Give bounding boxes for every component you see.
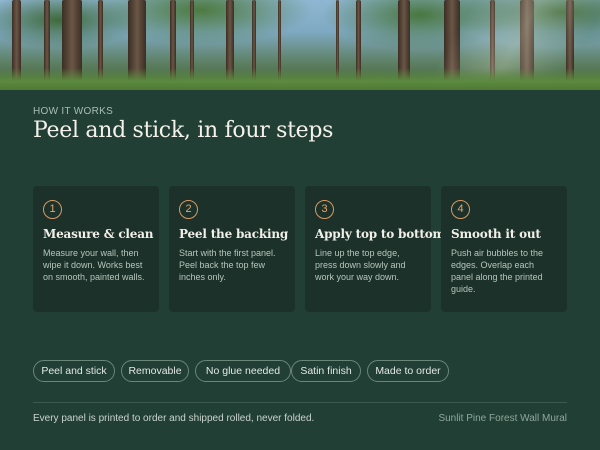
step-number-badge: 2 bbox=[179, 200, 198, 219]
product-name: Sunlit Pine Forest Wall Mural bbox=[438, 413, 567, 424]
step-title: Measure & clean bbox=[43, 227, 154, 241]
feature-tag: Made to order bbox=[367, 360, 449, 382]
step-description: Start with the first panel. Peel back th… bbox=[179, 248, 276, 282]
step-card-3: 3 Apply top to bottom Line up the top ed… bbox=[305, 186, 446, 312]
step-number-badge: 4 bbox=[451, 200, 470, 219]
shipping-note: Every panel is printed to order and ship… bbox=[33, 413, 315, 424]
steps-list: 1 Measure & clean Measure your wall, the… bbox=[33, 186, 567, 312]
footer-divider bbox=[33, 402, 567, 403]
step-number-badge: 3 bbox=[315, 200, 334, 219]
step-description: Line up the top edge, press down slowly … bbox=[315, 248, 406, 282]
step-title: Apply top to bottom bbox=[315, 227, 446, 241]
step-card-2: 2 Peel the backing Start with the first … bbox=[169, 186, 295, 312]
step-title: Smooth it out bbox=[451, 227, 541, 241]
section-title: Peel and stick, in four steps bbox=[33, 118, 334, 143]
feature-tag: Satin finish bbox=[291, 360, 361, 382]
section-eyebrow: HOW IT WORKS bbox=[33, 106, 114, 117]
feature-tag: No glue needed bbox=[195, 360, 291, 382]
feature-tag: Peel and stick bbox=[33, 360, 115, 382]
step-number-badge: 1 bbox=[43, 200, 62, 219]
step-title: Peel the backing bbox=[179, 227, 289, 241]
hero-ground bbox=[0, 68, 600, 90]
feature-tag: Removable bbox=[121, 360, 189, 382]
step-description: Push air bubbles to the edges. Overlap e… bbox=[451, 248, 544, 294]
step-description: Measure your wall, then wipe it down. Wo… bbox=[43, 248, 145, 282]
step-card-1: 1 Measure & clean Measure your wall, the… bbox=[33, 186, 159, 312]
step-card-4: 4 Smooth it out Push air bubbles to the … bbox=[441, 186, 567, 312]
hero-forest-image bbox=[0, 0, 600, 90]
